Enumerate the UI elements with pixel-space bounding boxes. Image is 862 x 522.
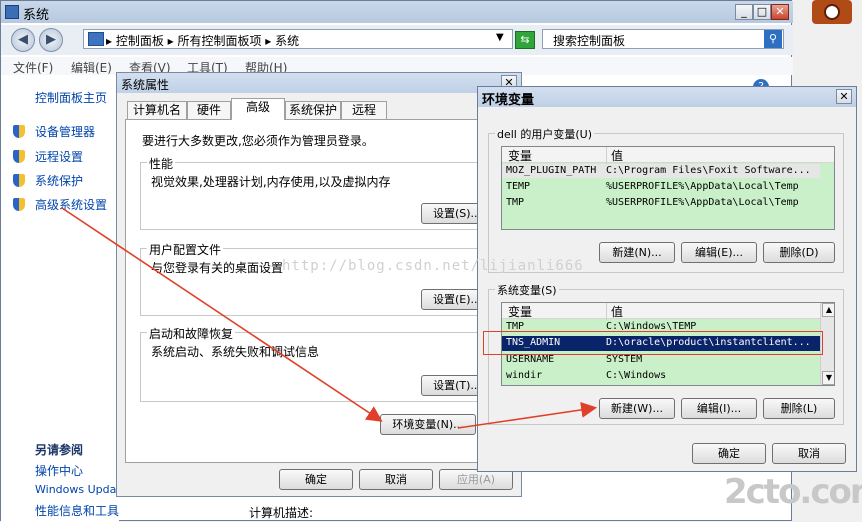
watermark-text: http://blog.csdn.net/lijianli666 [282, 258, 584, 274]
annotation-arrow-1 [61, 207, 383, 422]
logo-text: 2cto.com [724, 472, 862, 512]
tab-advanced[interactable]: 高级 [231, 98, 285, 120]
site-logo: 2cto.com [718, 470, 862, 521]
annotation-arrow-2 [457, 401, 598, 429]
